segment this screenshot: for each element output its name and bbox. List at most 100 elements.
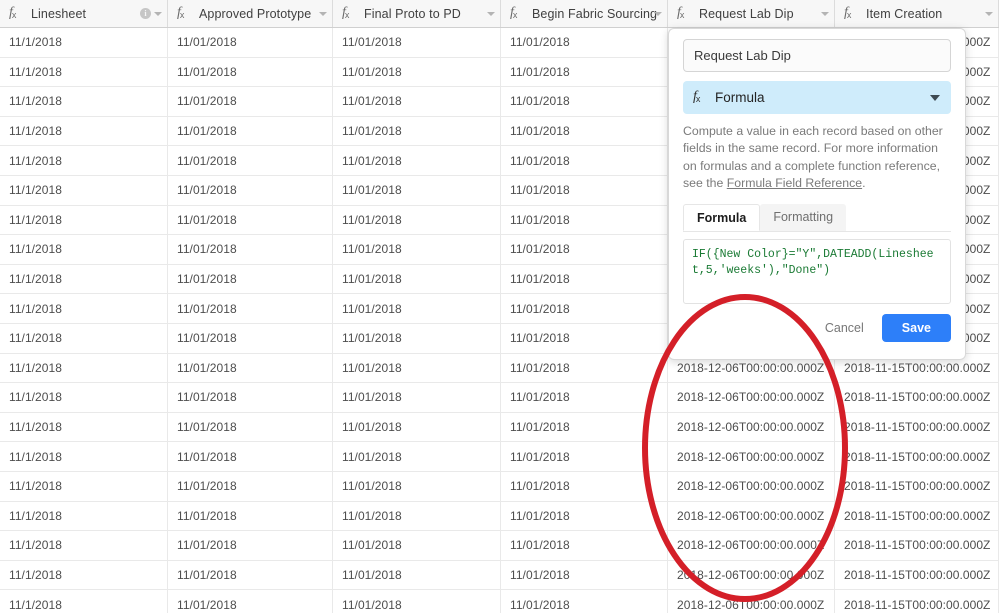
table-cell[interactable]: 11/01/2018: [333, 294, 501, 323]
table-cell[interactable]: 11/01/2018: [168, 531, 333, 560]
table-cell[interactable]: 11/01/2018: [168, 560, 333, 590]
table-cell[interactable]: 11/01/2018: [168, 57, 333, 87]
table-cell[interactable]: 11/1/2018: [0, 294, 168, 323]
table-cell[interactable]: 2018-11-15T00:00:00.000Z: [835, 501, 999, 531]
table-cell[interactable]: 11/01/2018: [501, 57, 668, 87]
table-cell[interactable]: 11/01/2018: [501, 116, 668, 146]
table-cell[interactable]: 11/01/2018: [501, 264, 668, 294]
table-cell[interactable]: 11/01/2018: [501, 560, 668, 590]
table-cell[interactable]: 2018-12-06T00:00:00.000Z: [668, 501, 835, 531]
table-cell[interactable]: 11/1/2018: [0, 146, 168, 175]
table-cell[interactable]: 11/01/2018: [333, 28, 501, 57]
chevron-down-icon[interactable]: [985, 11, 993, 16]
table-cell[interactable]: 11/01/2018: [333, 442, 501, 471]
table-cell[interactable]: 11/01/2018: [333, 531, 501, 560]
table-cell[interactable]: 11/01/2018: [333, 353, 501, 383]
table-cell[interactable]: 2018-12-06T00:00:00.000Z: [668, 442, 835, 471]
table-cell[interactable]: 11/01/2018: [333, 146, 501, 175]
save-button[interactable]: Save: [881, 313, 951, 342]
formula-editor[interactable]: IF({New Color}="Y",DATEADD(Linesheet,5,'…: [683, 238, 951, 304]
table-cell[interactable]: 11/1/2018: [0, 116, 168, 146]
table-cell[interactable]: 11/1/2018: [0, 323, 168, 353]
table-cell[interactable]: 11/01/2018: [333, 57, 501, 87]
table-cell[interactable]: 11/1/2018: [0, 87, 168, 116]
table-cell[interactable]: 11/01/2018: [333, 412, 501, 442]
table-cell[interactable]: 11/1/2018: [0, 353, 168, 383]
table-cell[interactable]: 11/01/2018: [501, 87, 668, 116]
chevron-down-icon[interactable]: [487, 11, 495, 16]
table-cell[interactable]: 11/01/2018: [333, 560, 501, 590]
table-cell[interactable]: 11/01/2018: [501, 531, 668, 560]
table-cell[interactable]: 11/01/2018: [168, 175, 333, 205]
table-cell[interactable]: 11/01/2018: [501, 28, 668, 57]
table-cell[interactable]: 2018-11-15T00:00:00.000Z: [835, 383, 999, 412]
table-cell[interactable]: 11/01/2018: [168, 264, 333, 294]
table-cell[interactable]: 11/1/2018: [0, 442, 168, 471]
table-cell[interactable]: 11/01/2018: [168, 323, 333, 353]
table-cell[interactable]: 11/1/2018: [0, 471, 168, 501]
table-cell[interactable]: 11/01/2018: [501, 175, 668, 205]
table-cell[interactable]: 11/1/2018: [0, 531, 168, 560]
table-cell[interactable]: 11/1/2018: [0, 560, 168, 590]
table-cell[interactable]: 11/01/2018: [333, 175, 501, 205]
column-header-begin-fabric-sourcing[interactable]: fx Begin Fabric Sourcing: [501, 0, 668, 27]
table-cell[interactable]: 11/01/2018: [333, 87, 501, 116]
table-cell[interactable]: 11/01/2018: [333, 501, 501, 531]
table-cell[interactable]: 2018-12-06T00:00:00.000Z: [668, 471, 835, 501]
table-cell[interactable]: 2018-12-06T00:00:00.000Z: [668, 383, 835, 412]
table-cell[interactable]: 11/01/2018: [333, 471, 501, 501]
table-cell[interactable]: 11/01/2018: [333, 205, 501, 235]
table-cell[interactable]: 11/01/2018: [501, 383, 668, 412]
chevron-down-icon[interactable]: [821, 11, 829, 16]
table-cell[interactable]: 2018-12-06T00:00:00.000Z: [668, 590, 835, 613]
table-cell[interactable]: 11/01/2018: [168, 590, 333, 613]
table-cell[interactable]: 11/01/2018: [168, 471, 333, 501]
table-cell[interactable]: 11/01/2018: [168, 412, 333, 442]
table-cell[interactable]: 2018-12-06T00:00:00.000Z: [668, 412, 835, 442]
table-cell[interactable]: 11/1/2018: [0, 590, 168, 613]
table-cell[interactable]: 2018-11-15T00:00:00.000Z: [835, 412, 999, 442]
table-cell[interactable]: 2018-11-15T00:00:00.000Z: [835, 560, 999, 590]
column-header-approved-prototype[interactable]: fx Approved Prototype: [168, 0, 333, 27]
table-cell[interactable]: 11/01/2018: [501, 501, 668, 531]
table-cell[interactable]: 11/01/2018: [168, 442, 333, 471]
table-cell[interactable]: 11/01/2018: [333, 116, 501, 146]
table-cell[interactable]: 11/01/2018: [333, 264, 501, 294]
table-cell[interactable]: 11/1/2018: [0, 175, 168, 205]
table-cell[interactable]: 11/01/2018: [333, 323, 501, 353]
table-cell[interactable]: 2018-12-06T00:00:00.000Z: [668, 560, 835, 590]
table-cell[interactable]: 11/01/2018: [168, 383, 333, 412]
column-header-final-proto-to-pd[interactable]: fx Final Proto to PD: [333, 0, 501, 27]
column-header-linesheet[interactable]: fx Linesheet i: [0, 0, 168, 27]
table-cell[interactable]: 11/01/2018: [168, 146, 333, 175]
table-cell[interactable]: 11/01/2018: [501, 590, 668, 613]
table-cell[interactable]: 11/01/2018: [501, 205, 668, 235]
table-cell[interactable]: 11/01/2018: [501, 146, 668, 175]
tab-formatting[interactable]: Formatting: [760, 203, 847, 231]
table-cell[interactable]: 11/1/2018: [0, 412, 168, 442]
table-cell[interactable]: 11/01/2018: [501, 323, 668, 353]
table-cell[interactable]: 11/01/2018: [333, 383, 501, 412]
table-cell[interactable]: 11/1/2018: [0, 264, 168, 294]
table-cell[interactable]: 11/01/2018: [501, 353, 668, 383]
table-cell[interactable]: 11/01/2018: [168, 205, 333, 235]
table-cell[interactable]: 2018-12-06T00:00:00.000Z: [668, 531, 835, 560]
column-header-request-lab-dip[interactable]: fx Request Lab Dip: [668, 0, 835, 27]
table-cell[interactable]: 11/01/2018: [168, 28, 333, 57]
cancel-button[interactable]: Cancel: [817, 316, 872, 340]
table-cell[interactable]: 11/01/2018: [333, 590, 501, 613]
field-type-select[interactable]: fx Formula: [683, 81, 951, 114]
table-cell[interactable]: 11/01/2018: [168, 87, 333, 116]
table-cell[interactable]: 11/01/2018: [168, 294, 333, 323]
field-name-input[interactable]: Request Lab Dip: [683, 39, 951, 72]
table-cell[interactable]: 11/01/2018: [501, 235, 668, 264]
table-cell[interactable]: 11/01/2018: [501, 471, 668, 501]
table-cell[interactable]: 11/01/2018: [168, 116, 333, 146]
tab-formula[interactable]: Formula: [683, 203, 761, 231]
chevron-down-icon[interactable]: [319, 11, 327, 16]
formula-field-reference-link[interactable]: Formula Field Reference: [727, 176, 862, 190]
chevron-down-icon[interactable]: [154, 11, 162, 16]
table-cell[interactable]: 2018-11-15T00:00:00.000Z: [835, 471, 999, 501]
table-cell[interactable]: 11/01/2018: [501, 412, 668, 442]
table-cell[interactable]: 2018-11-15T00:00:00.000Z: [835, 531, 999, 560]
